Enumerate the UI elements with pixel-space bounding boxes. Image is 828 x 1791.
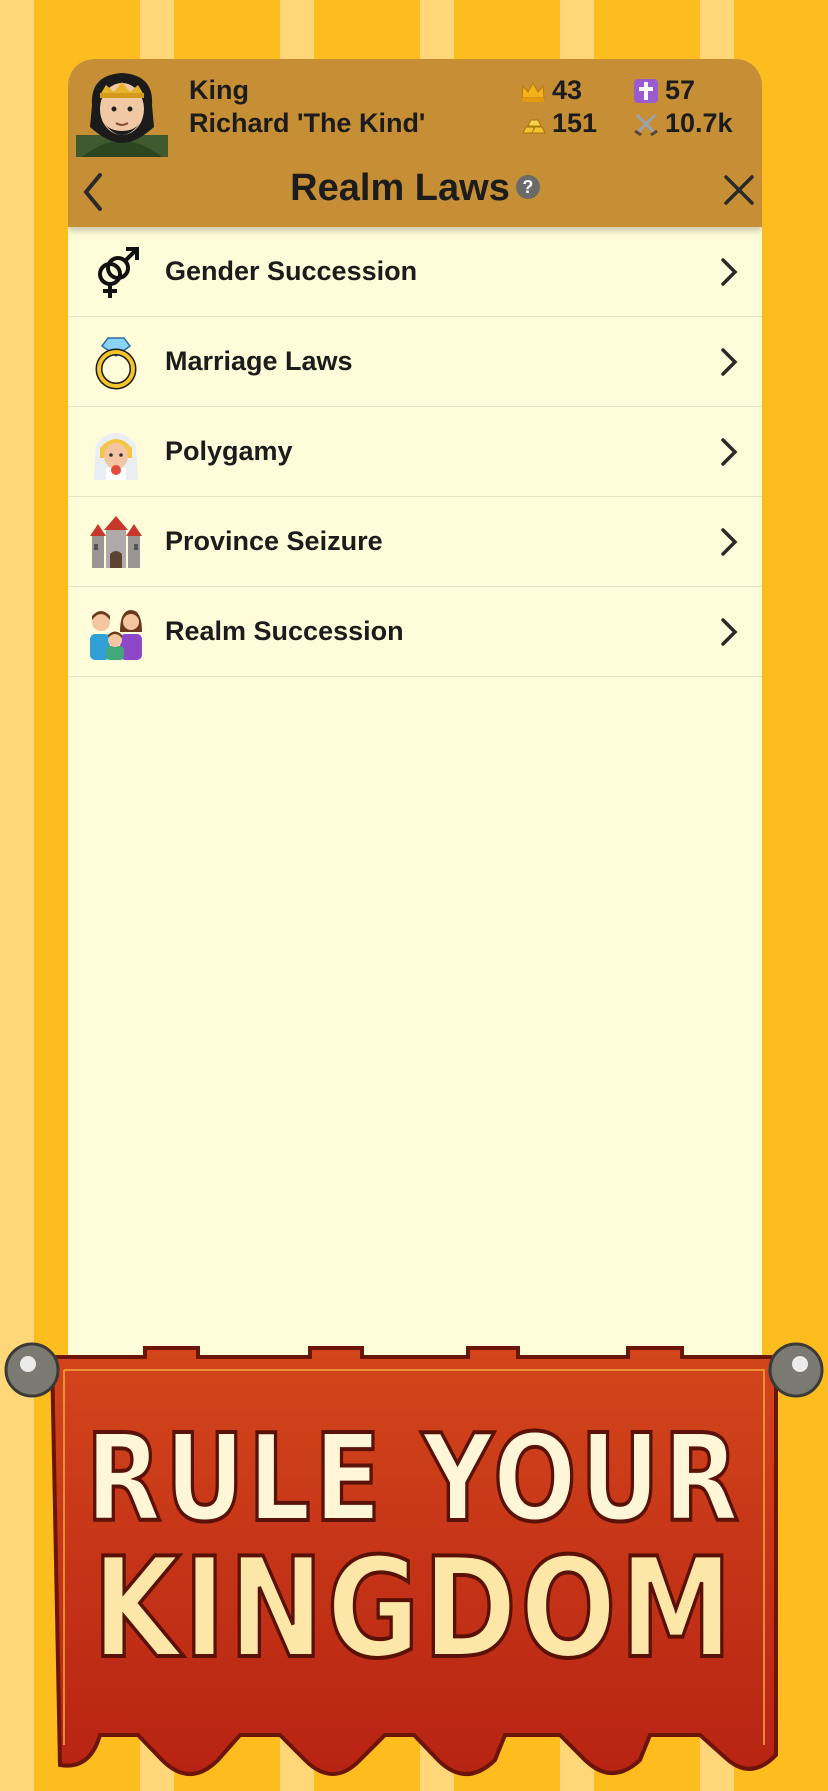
faith-value: 57 xyxy=(665,75,696,105)
realm-laws-panel: King Richard 'The Kind' 43 57 151 10.7k … xyxy=(68,59,762,1459)
banner-headline-line2: KINGDOM xyxy=(91,1526,736,1691)
chevron-right-icon xyxy=(721,438,738,466)
close-icon xyxy=(724,175,754,205)
page-title: Realm Laws? xyxy=(68,167,762,210)
law-label: Marriage Laws xyxy=(165,346,353,376)
law-label: Realm Succession xyxy=(165,616,404,646)
panel-header: King Richard 'The Kind' 43 57 151 10.7k … xyxy=(68,59,762,227)
law-row-realm-succession[interactable]: Realm Succession xyxy=(68,587,762,677)
gold-bars-icon xyxy=(522,119,546,133)
crowns-value: 43 xyxy=(552,75,583,105)
faith-stat: 57 xyxy=(633,75,695,106)
gender-symbol-icon xyxy=(98,247,139,298)
castle-icon xyxy=(90,516,142,568)
player-title: King xyxy=(189,75,249,105)
player-name: Richard 'The Kind' xyxy=(189,108,426,138)
family-icon xyxy=(90,610,142,660)
chevron-right-icon xyxy=(721,528,738,556)
law-row-marriage-laws[interactable]: Marriage Laws xyxy=(68,317,762,407)
crossed-swords-icon xyxy=(634,113,658,136)
chevron-right-icon xyxy=(721,348,738,376)
laws-list: Gender Succession Marriage Laws Polygamy… xyxy=(68,227,762,677)
bride-icon xyxy=(94,433,138,480)
page-title-text: Realm Laws xyxy=(290,167,510,209)
chevron-right-icon xyxy=(721,618,738,646)
chevron-right-icon xyxy=(721,258,738,286)
crowns-stat: 43 xyxy=(520,75,582,106)
cross-icon xyxy=(634,78,658,103)
gold-value: 151 xyxy=(552,108,598,138)
army-stat: 10.7k xyxy=(633,108,733,139)
close-button[interactable] xyxy=(722,173,756,207)
crown-icon xyxy=(521,81,545,102)
law-label: Polygamy xyxy=(165,436,293,466)
law-row-gender-succession[interactable]: Gender Succession xyxy=(68,227,762,317)
law-row-province-seizure[interactable]: Province Seizure xyxy=(68,497,762,587)
ring-icon xyxy=(95,337,137,390)
law-label: Province Seizure xyxy=(165,526,383,556)
army-value: 10.7k xyxy=(665,108,733,138)
law-label: Gender Succession xyxy=(165,256,418,286)
law-row-polygamy[interactable]: Polygamy xyxy=(68,407,762,497)
help-button[interactable]: ? xyxy=(515,174,540,199)
king-avatar[interactable] xyxy=(76,65,168,157)
gold-stat: 151 xyxy=(520,108,597,139)
